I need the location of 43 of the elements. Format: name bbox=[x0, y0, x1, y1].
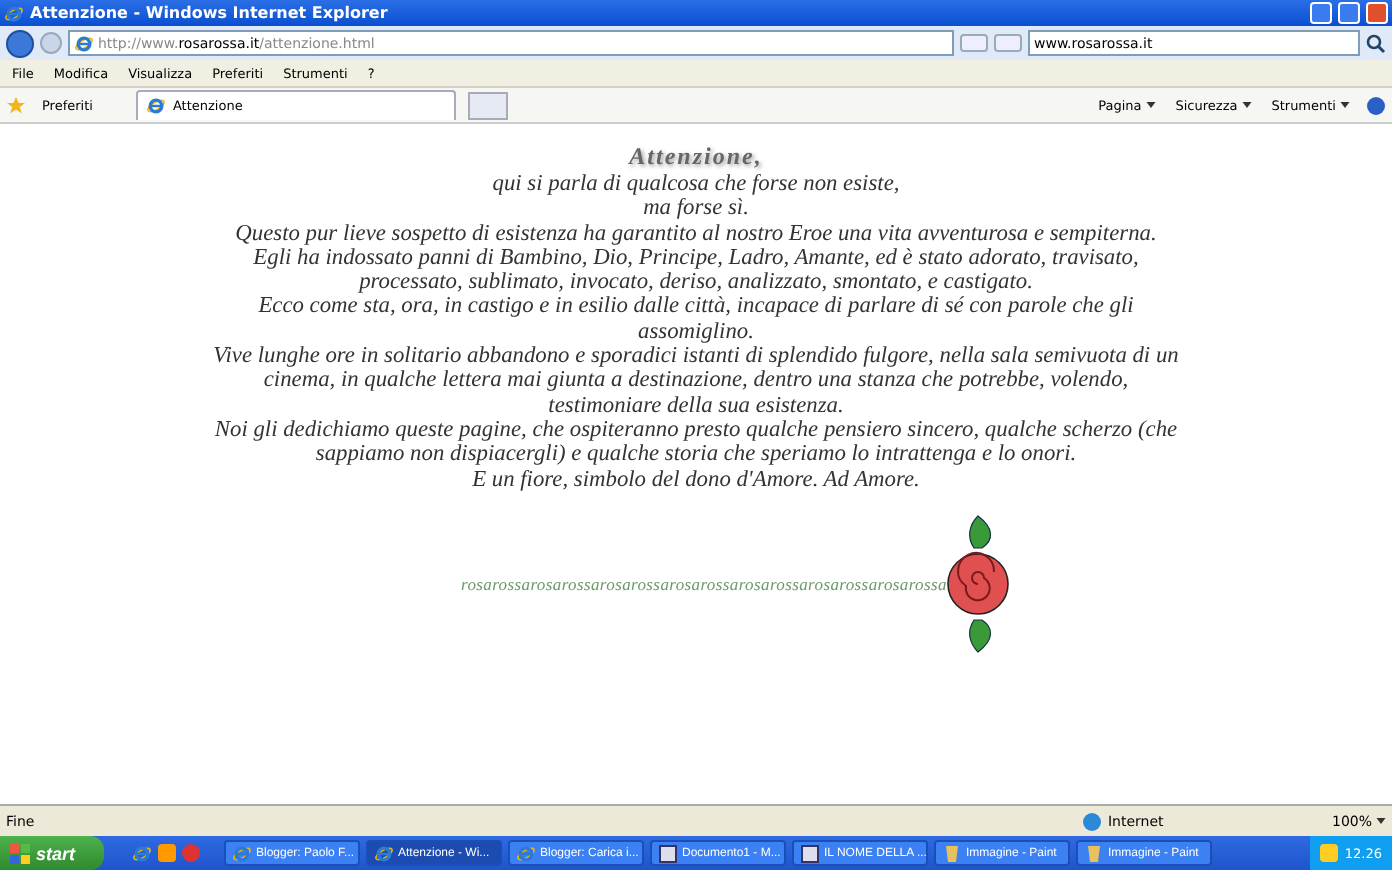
text-line: Vive lunghe ore in solitario abbandono e sporadici istanti di splendido fulgore, nella sala semivuota di un bbox=[213, 344, 1179, 369]
refresh-button[interactable] bbox=[960, 34, 988, 52]
star-icon bbox=[6, 95, 26, 115]
caret-icon bbox=[1340, 102, 1350, 109]
text-line: Questo pur lieve sospetto di esistenza ha garantito al nostro Eroe una vita avventurosa e sempiterna. bbox=[235, 221, 1157, 246]
browser-e-icon bbox=[516, 843, 536, 863]
page-icon bbox=[74, 33, 94, 53]
document-icon bbox=[658, 843, 678, 863]
browser-e-icon bbox=[146, 96, 167, 116]
globe-icon bbox=[1081, 811, 1102, 831]
maximize-button[interactable] bbox=[1338, 2, 1360, 24]
quick-launch-icon bbox=[132, 843, 152, 863]
stop-button[interactable] bbox=[994, 34, 1022, 52]
forward-button[interactable] bbox=[40, 32, 62, 54]
caret-icon bbox=[1241, 102, 1252, 109]
browser-e-icon bbox=[4, 3, 24, 23]
browser-e-icon bbox=[232, 843, 252, 863]
windows-flag-icon bbox=[10, 843, 30, 863]
new-tab-button[interactable] bbox=[468, 91, 509, 119]
search-icon[interactable] bbox=[1366, 33, 1386, 53]
document-icon bbox=[800, 843, 820, 863]
text-line: sappiamo non dispiacergli) e qualche storia che speriamo lo intrattenga e lo onori. bbox=[315, 442, 1077, 468]
text-line: Egli ha indossato panni di Bambino, Dio, Principe, Ladro, Amante, ed è stato adorato, travisato, bbox=[253, 245, 1139, 271]
tray-icon[interactable] bbox=[1320, 844, 1339, 862]
help-icon[interactable] bbox=[1366, 95, 1386, 115]
text-line: Noi gli dedichiamo queste pagine, che ospiteranno presto qualche pensiero sincero, qualche scherzo (che bbox=[214, 417, 1178, 443]
text-line: Ecco come sta, ora, in castigo e in esilio dalle città, incapace di parlare di sé con parole che gli bbox=[258, 294, 1134, 320]
text-line: ma forse sì. bbox=[643, 196, 749, 222]
caret-icon bbox=[1376, 818, 1386, 825]
close-button[interactable] bbox=[1366, 2, 1388, 24]
browser-e-icon bbox=[374, 843, 394, 863]
caret-icon bbox=[1145, 102, 1156, 109]
banner-text: rosarossarosarossarosarossarosarossarosarossarosarossarosarossa bbox=[461, 573, 947, 594]
page-title: Attenzione, bbox=[629, 142, 763, 172]
text-line: processato, sublimato, invocato, deriso, analizzato, smontato, e castigato. bbox=[359, 270, 1033, 295]
text-line: testimoniare della sua esistenza. bbox=[548, 393, 844, 418]
text-line: assomiglino. bbox=[638, 319, 754, 345]
text-line: qui si parla di qualcosa che forse non esiste, bbox=[492, 172, 900, 197]
text-line: E un fiore, simbolo del dono d'Amore. Ad Amore. bbox=[472, 467, 920, 492]
window-title: Attenzione - Windows Internet Explorer bbox=[30, 4, 388, 22]
minimize-button[interactable] bbox=[1310, 2, 1332, 24]
text-line: cinema, in qualche lettera mai giunta a destinazione, dentro una stanza che potrebbe, volendo, bbox=[263, 368, 1129, 394]
back-button[interactable] bbox=[6, 29, 34, 57]
